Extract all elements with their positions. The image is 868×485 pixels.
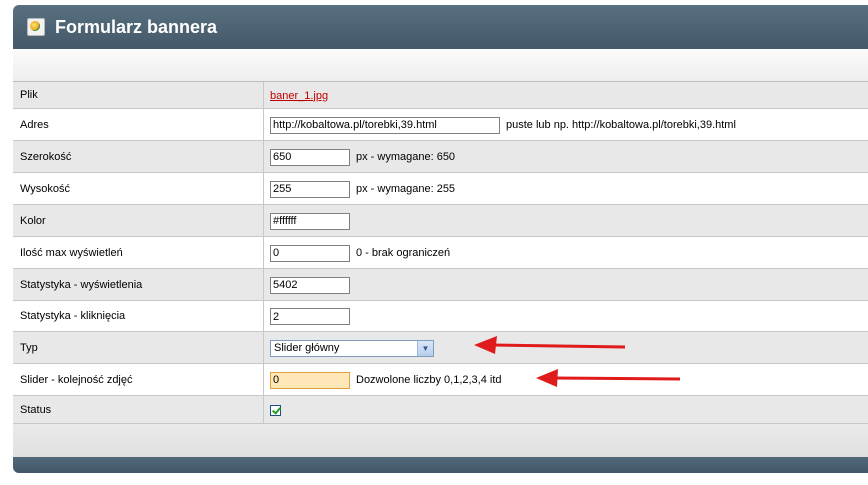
status-label: Status xyxy=(20,404,52,416)
height-input[interactable] xyxy=(270,180,350,198)
width-input[interactable] xyxy=(270,148,350,166)
type-label: Typ xyxy=(20,342,38,354)
address-input[interactable] xyxy=(270,116,500,134)
max-views-label: Ilość max wyświetleń xyxy=(20,247,123,259)
address-label: Adres xyxy=(20,119,49,131)
max-views-hint: 0 - brak ograniczeń xyxy=(356,247,451,259)
stat-clicks-input[interactable] xyxy=(270,308,350,325)
row-type: Typ Slider główny ▼ xyxy=(13,332,868,364)
slider-order-hint: Dozwolone liczby 0,1,2,3,4 itd xyxy=(356,374,502,386)
row-address: Adres puste lub np. http://kobaltowa.pl/… xyxy=(13,109,868,141)
row-color: Kolor xyxy=(13,205,868,237)
slider-order-label: Slider - kolejność zdjęć xyxy=(20,374,133,386)
row-file: Plik baner_1.jpg xyxy=(13,82,868,109)
toolbar-spacer xyxy=(13,49,868,82)
image-icon xyxy=(27,18,45,36)
color-input[interactable] xyxy=(270,212,350,230)
row-stat-clicks: Statystyka - kliknięcia xyxy=(13,301,868,332)
width-hint: px - wymagane: 650 xyxy=(356,151,456,163)
footer-bar xyxy=(13,457,868,473)
width-label: Szerokość xyxy=(20,151,72,163)
stat-views-label: Statystyka - wyświetlenia xyxy=(20,279,143,291)
chevron-down-icon[interactable]: ▼ xyxy=(417,340,433,356)
row-height: Wysokość px - wymagane: 255 xyxy=(13,173,868,205)
row-stat-views: Statystyka - wyświetlenia xyxy=(13,269,868,301)
page-title: Formularz bannera xyxy=(55,16,218,37)
row-width: Szerokość px - wymagane: 650 xyxy=(13,141,868,173)
row-slider-order: Slider - kolejność zdjęć Dozwolone liczb… xyxy=(13,364,868,396)
status-checkbox[interactable] xyxy=(270,404,281,416)
height-label: Wysokość xyxy=(20,183,71,195)
max-views-input[interactable] xyxy=(270,244,350,262)
file-link[interactable]: baner_1.jpg xyxy=(270,90,328,102)
address-hint: puste lub np. http://kobaltowa.pl/torebk… xyxy=(506,119,736,131)
stat-clicks-label: Statystyka - kliknięcia xyxy=(20,310,126,322)
color-label: Kolor xyxy=(20,215,46,227)
row-status: Status xyxy=(13,396,868,424)
row-max-views: Ilość max wyświetleń 0 - brak ograniczeń xyxy=(13,237,868,269)
type-select[interactable]: Slider główny ▼ xyxy=(270,339,434,357)
stat-views-input[interactable] xyxy=(270,276,350,294)
form-footer-space xyxy=(13,424,868,457)
banner-form-panel: Formularz bannera Plik baner_1.jpg Adres… xyxy=(13,5,868,473)
type-select-value: Slider główny xyxy=(274,341,340,354)
title-bar: Formularz bannera xyxy=(13,5,868,49)
file-label: Plik xyxy=(20,89,38,101)
slider-order-input[interactable] xyxy=(270,371,350,389)
height-hint: px - wymagane: 255 xyxy=(356,183,456,195)
